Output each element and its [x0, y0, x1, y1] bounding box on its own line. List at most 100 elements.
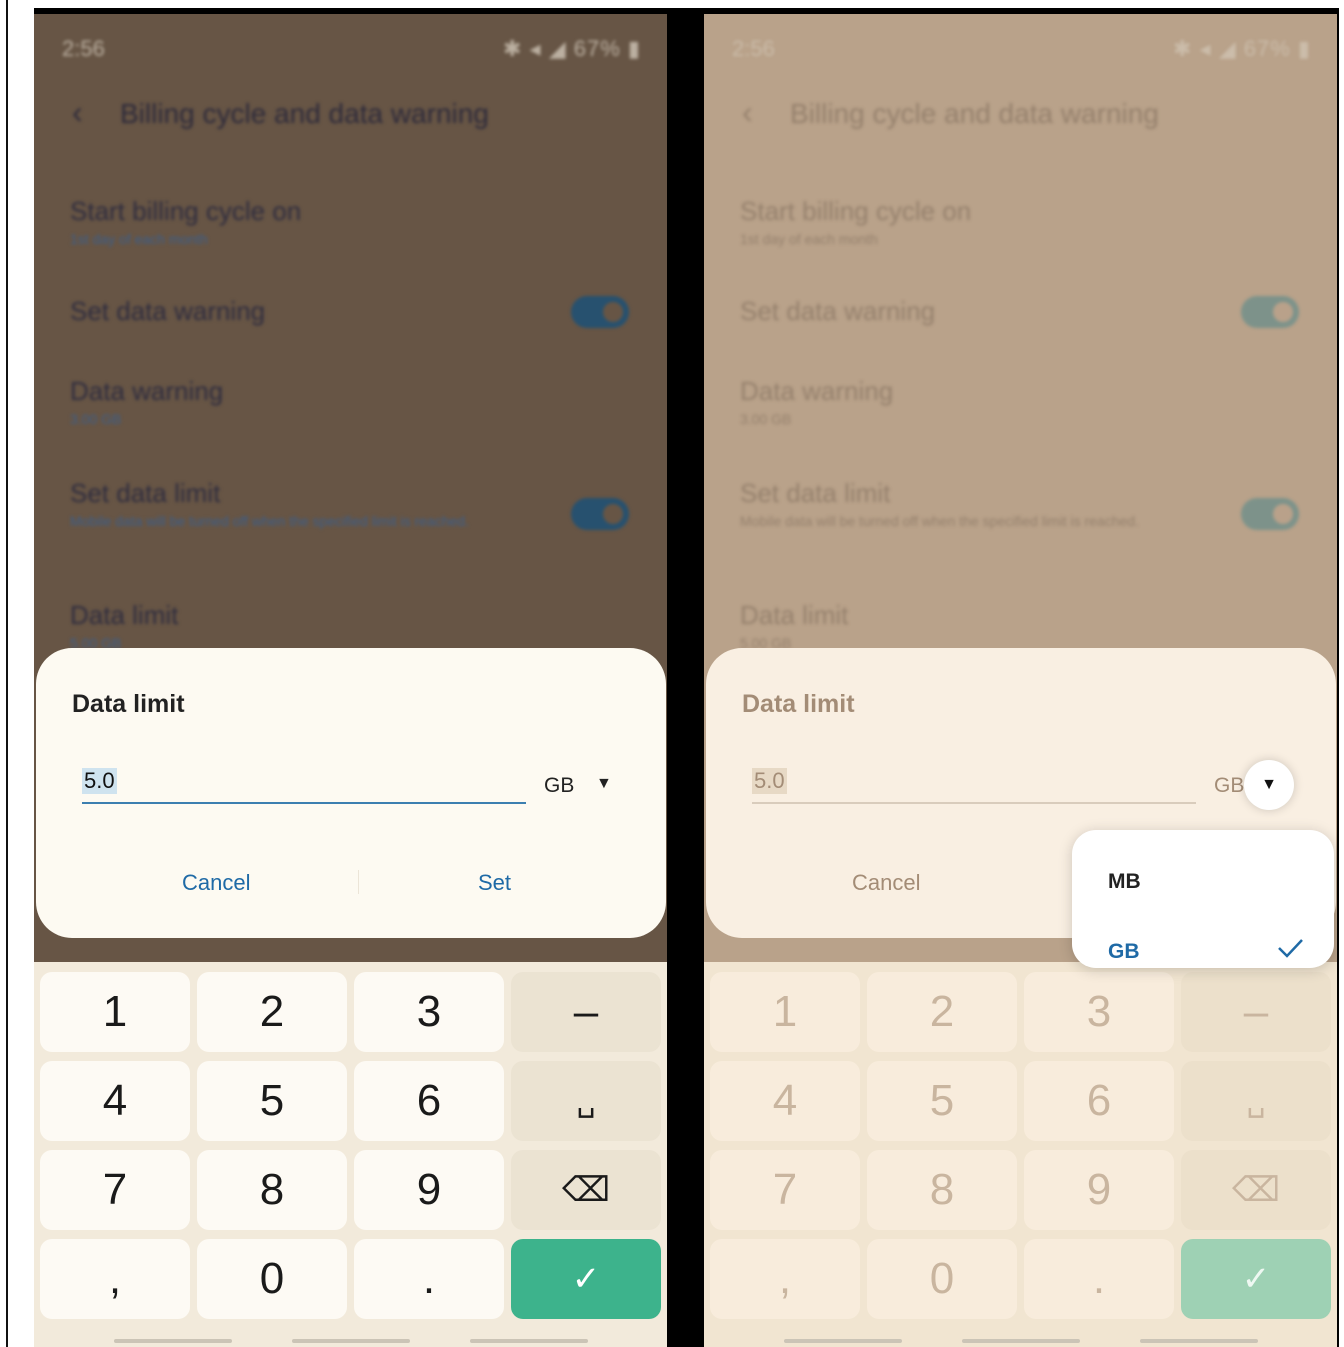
setting-value: 3.00 GB — [740, 411, 792, 427]
key-5[interactable]: 5 — [197, 1061, 347, 1141]
data-warning-toggle[interactable] — [571, 296, 629, 328]
comma-key[interactable]: , — [40, 1239, 190, 1319]
key-8[interactable]: 8 — [867, 1150, 1017, 1230]
setting-billing-cycle[interactable]: Start billing cycle on 1st day of each m… — [70, 196, 637, 247]
data-limit-toggle[interactable] — [1241, 498, 1299, 530]
setting-description: Mobile data will be turned off when the … — [70, 513, 469, 529]
data-limit-value[interactable]: 5.0 — [82, 768, 117, 794]
button-divider — [358, 870, 359, 894]
setting-billing-cycle[interactable]: Start billing cycle on 1st day of each m… — [740, 196, 1307, 247]
backspace-key-icon[interactable]: ⌫ — [511, 1150, 661, 1230]
status-time: 2:56 — [732, 36, 775, 61]
numeric-keypad: 1 2 3 – 4 5 6 ␣ 7 8 9 ⌫ , 0 . ✓ — [704, 962, 1337, 1347]
space-key-icon[interactable]: ␣ — [511, 1061, 661, 1141]
data-limit-input[interactable]: 5.0 — [82, 764, 526, 804]
status-icons: ✱ ◂ ◢ 67% ▮ — [503, 36, 641, 61]
unit-dropdown-label[interactable]: GB — [544, 774, 574, 798]
setting-value: 1st day of each month — [70, 231, 208, 247]
phone-screen-left: 2:56 ✱ ◂ ◢ 67% ▮ ‹ Billing cycle and dat… — [34, 14, 667, 1347]
cancel-button[interactable]: Cancel — [182, 870, 250, 896]
key-3[interactable]: 3 — [1024, 972, 1174, 1052]
key-6[interactable]: 6 — [1024, 1061, 1174, 1141]
dropdown-arrow-icon[interactable]: ▼ — [1244, 760, 1294, 810]
setting-label: Data limit — [740, 600, 849, 630]
status-bar: 2:56 ✱ ◂ ◢ 67% ▮ — [732, 36, 1311, 64]
setting-label: Start billing cycle on — [70, 196, 302, 226]
set-button[interactable]: Set — [478, 870, 511, 896]
data-warning-toggle[interactable] — [1241, 296, 1299, 328]
period-key[interactable]: . — [354, 1239, 504, 1319]
unit-option-gb[interactable]: GB — [1108, 940, 1140, 964]
key-5[interactable]: 5 — [867, 1061, 1017, 1141]
key-4[interactable]: 4 — [40, 1061, 190, 1141]
left-border — [6, 0, 8, 1347]
key-1[interactable]: 1 — [40, 972, 190, 1052]
back-arrow-icon[interactable]: ‹ — [72, 94, 102, 131]
setting-label: Data warning — [70, 376, 224, 406]
key-9[interactable]: 9 — [1024, 1150, 1174, 1230]
data-limit-value[interactable]: 5.0 — [752, 768, 787, 794]
data-limit-toggle[interactable] — [571, 498, 629, 530]
setting-label: Data limit — [70, 600, 179, 630]
key-0[interactable]: 0 — [867, 1239, 1017, 1319]
page-title: Billing cycle and data warning — [790, 98, 1159, 129]
setting-value: 3.00 GB — [70, 411, 122, 427]
dialog-title: Data limit — [742, 690, 855, 718]
setting-label: Start billing cycle on — [740, 196, 972, 226]
key-0[interactable]: 0 — [197, 1239, 347, 1319]
setting-label: Set data warning — [740, 296, 936, 326]
key-2[interactable]: 2 — [197, 972, 347, 1052]
setting-set-data-limit[interactable]: Set data limit Mobile data will be turne… — [70, 478, 637, 530]
setting-set-data-warning[interactable]: Set data warning — [70, 296, 637, 328]
setting-label: Data warning — [740, 376, 894, 406]
period-key[interactable]: . — [1024, 1239, 1174, 1319]
status-time: 2:56 — [62, 36, 105, 61]
data-limit-input[interactable]: 5.0 — [752, 764, 1196, 804]
checkmark-icon — [1278, 939, 1303, 958]
setting-data-warning[interactable]: Data warning 3.00 GB — [70, 376, 637, 427]
nav-bar-segment — [470, 1339, 588, 1343]
done-key-check-icon[interactable]: ✓ — [511, 1239, 661, 1319]
space-key-icon[interactable]: ␣ — [1181, 1061, 1331, 1141]
minus-key[interactable]: – — [1181, 972, 1331, 1052]
nav-bar-segment — [1140, 1339, 1258, 1343]
done-key-check-icon[interactable]: ✓ — [1181, 1239, 1331, 1319]
key-7[interactable]: 7 — [710, 1150, 860, 1230]
status-bar: 2:56 ✱ ◂ ◢ 67% ▮ — [62, 36, 641, 64]
minus-key[interactable]: – — [511, 972, 661, 1052]
setting-data-limit[interactable]: Data limit 5.00 GB — [740, 600, 1307, 651]
setting-description: Mobile data will be turned off when the … — [740, 513, 1139, 529]
phone-screen-right: 2:56 ✱ ◂ ◢ 67% ▮ ‹ Billing cycle and dat… — [704, 14, 1337, 1347]
dialog-title: Data limit — [72, 690, 185, 718]
unit-option-mb[interactable]: MB — [1108, 870, 1141, 894]
setting-set-data-limit[interactable]: Set data limit Mobile data will be turne… — [740, 478, 1307, 530]
key-2[interactable]: 2 — [867, 972, 1017, 1052]
nav-bar-segment — [292, 1339, 410, 1343]
nav-bar-segment — [784, 1339, 902, 1343]
comma-key[interactable]: , — [710, 1239, 860, 1319]
key-4[interactable]: 4 — [710, 1061, 860, 1141]
setting-value: 1st day of each month — [740, 231, 878, 247]
key-8[interactable]: 8 — [197, 1150, 347, 1230]
back-arrow-icon[interactable]: ‹ — [742, 94, 772, 131]
setting-label: Set data limit — [70, 478, 221, 508]
backspace-key-icon[interactable]: ⌫ — [1181, 1150, 1331, 1230]
unit-dropdown-menu: MB GB — [1072, 830, 1334, 968]
key-3[interactable]: 3 — [354, 972, 504, 1052]
key-9[interactable]: 9 — [354, 1150, 504, 1230]
setting-label: Set data warning — [70, 296, 266, 326]
page-title: Billing cycle and data warning — [120, 98, 489, 129]
setting-set-data-warning[interactable]: Set data warning — [740, 296, 1307, 328]
cancel-button[interactable]: Cancel — [852, 870, 920, 896]
key-1[interactable]: 1 — [710, 972, 860, 1052]
status-icons: ✱ ◂ ◢ 67% ▮ — [1173, 36, 1311, 61]
setting-data-limit[interactable]: Data limit 5.00 GB — [70, 600, 637, 651]
key-7[interactable]: 7 — [40, 1150, 190, 1230]
setting-data-warning[interactable]: Data warning 3.00 GB — [740, 376, 1307, 427]
dropdown-arrow-icon[interactable]: ▼ — [596, 775, 612, 793]
setting-label: Set data limit — [740, 478, 891, 508]
unit-dropdown-label[interactable]: GB — [1214, 774, 1244, 798]
data-limit-dialog: Data limit 5.0 GB ▼ Cancel Set — [36, 648, 666, 938]
nav-bar-segment — [962, 1339, 1080, 1343]
key-6[interactable]: 6 — [354, 1061, 504, 1141]
